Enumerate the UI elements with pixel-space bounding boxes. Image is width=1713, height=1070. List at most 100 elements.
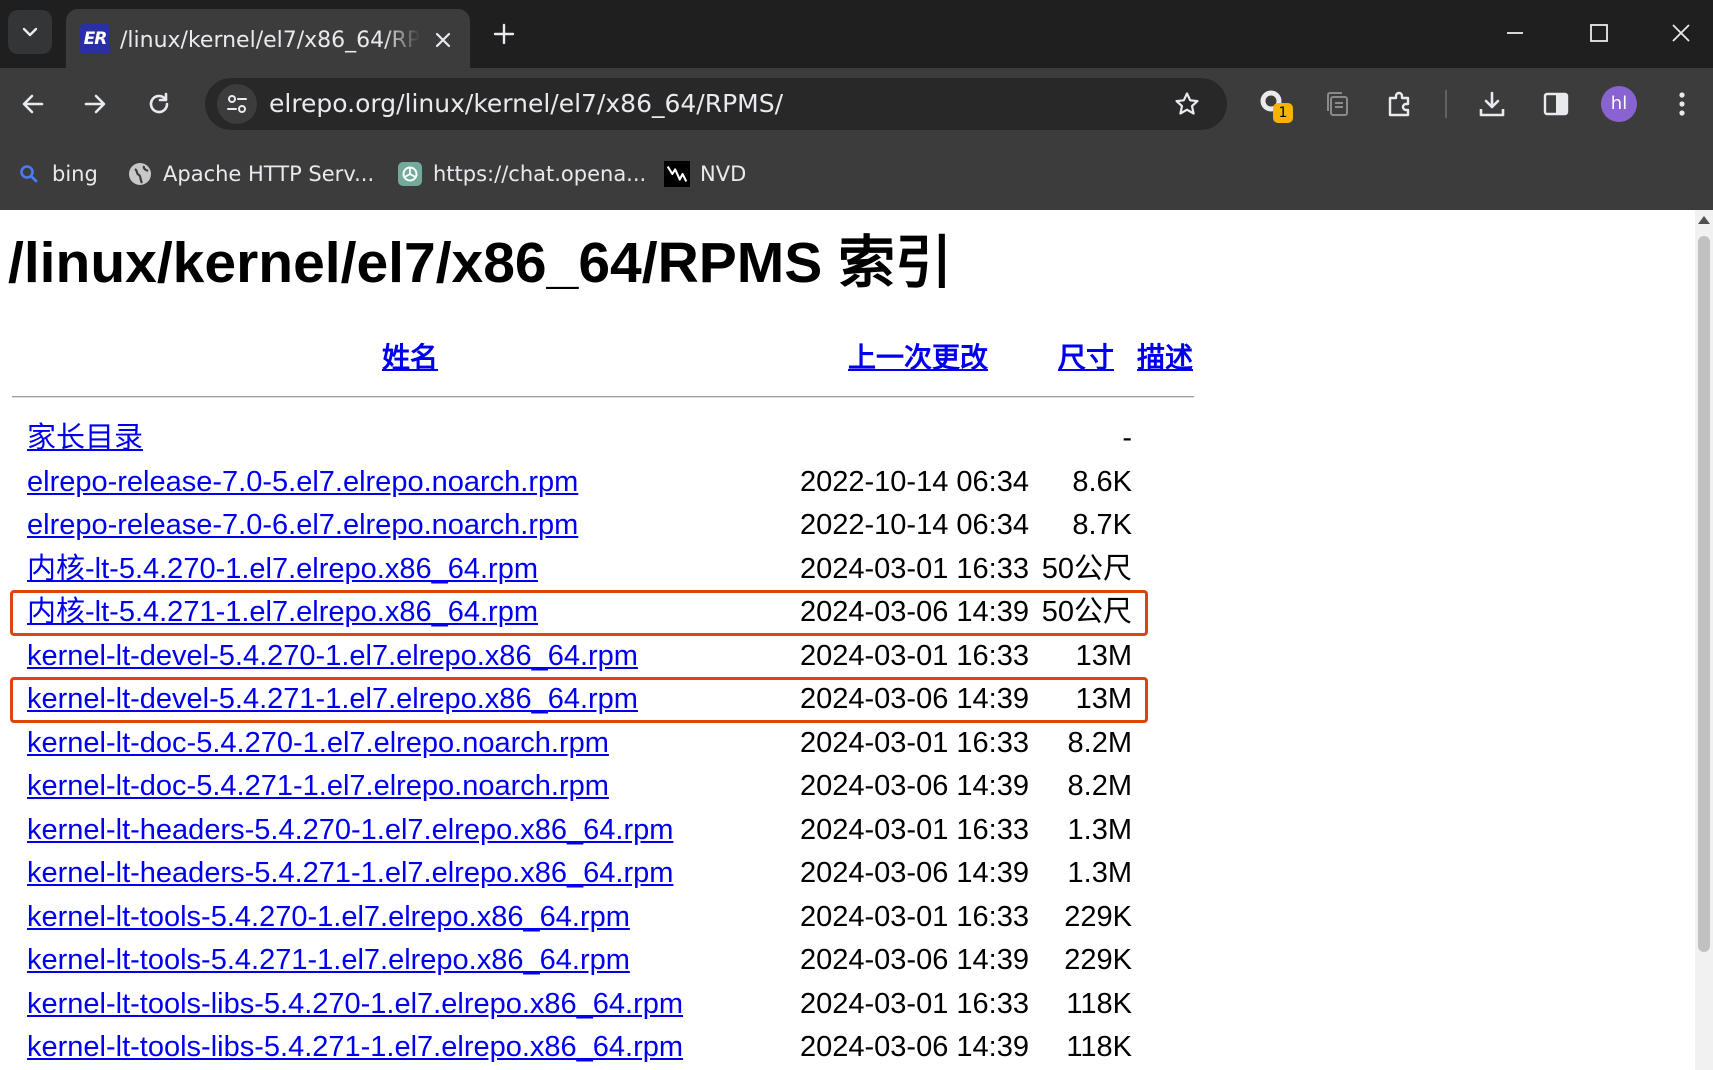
table-row: 内核-lt-5.4.270-1.el7.elrepo.x86_64.rpm 202… <box>0 548 1200 591</box>
table-row: kernel-lt-devel-5.4.271-1.el7.elrepo.x86… <box>0 678 1200 721</box>
table-row: kernel-lt-tools-5.4.271-1.el7.elrepo.x86… <box>0 939 1200 982</box>
nvd-icon <box>664 161 690 187</box>
tune-icon <box>225 92 249 116</box>
last-modified-cell: 2024-03-01 16:33 <box>800 813 1029 846</box>
table-row: 家长目录 - <box>0 417 1200 460</box>
more-vertical-icon <box>1677 90 1687 118</box>
table-row: elrepo-release-7.0-6.el7.elrepo.noarch.r… <box>0 504 1200 547</box>
tab-close-button[interactable] <box>428 25 458 55</box>
page-content: /linux/kernel/el7/x86_64/RPMS 索引 姓名 上一次更… <box>0 210 1695 1070</box>
size-cell: 8.6K <box>1072 465 1132 498</box>
bookmark-apache[interactable]: Apache HTTP Serv... <box>127 156 374 192</box>
plus-icon <box>493 23 515 45</box>
bookmark-label: NVD <box>700 162 747 186</box>
file-link[interactable]: elrepo-release-7.0-5.el7.elrepo.noarch.r… <box>27 461 578 504</box>
scroll-thumb[interactable] <box>1698 236 1710 952</box>
parent-directory-link[interactable]: 家长目录 <box>27 417 143 460</box>
new-tab-button[interactable] <box>484 14 524 54</box>
file-link[interactable]: kernel-lt-tools-5.4.270-1.el7.elrepo.x86… <box>27 896 630 939</box>
size-cell: 50公尺 <box>1041 596 1132 628</box>
file-link[interactable]: kernel-lt-headers-5.4.270-1.el7.elrepo.x… <box>27 809 673 852</box>
maximize-button[interactable] <box>1572 9 1626 57</box>
close-icon <box>1671 23 1691 43</box>
file-link[interactable]: kernel-lt-doc-5.4.271-1.el7.elrepo.noarc… <box>27 765 609 808</box>
maximize-icon <box>1589 23 1609 43</box>
downloads-button[interactable] <box>1470 82 1514 126</box>
table-row: 内核-lt-5.4.271-1.el7.elrepo.x86_64.rpm 202… <box>0 591 1200 634</box>
extension-button[interactable]: 1 <box>1252 82 1296 126</box>
reading-mode-button[interactable] <box>1315 82 1359 126</box>
file-link[interactable]: kernel-lt-tools-libs-5.4.271-1.el7.elrep… <box>27 1026 683 1069</box>
size-cell: 8.2M <box>1067 726 1132 759</box>
file-link[interactable]: kernel-lt-doc-5.4.270-1.el7.elrepo.noarc… <box>27 722 609 765</box>
minimize-button[interactable] <box>1488 9 1542 57</box>
file-link[interactable]: kernel-lt-tools-5.4.271-1.el7.elrepo.x86… <box>27 939 630 982</box>
reload-icon <box>146 91 172 117</box>
last-modified-cell: 2024-03-06 14:39 <box>800 596 1029 628</box>
site-info-button[interactable] <box>217 84 257 124</box>
active-tab[interactable]: ER /linux/kernel/el7/x86_64/RPMS/ <box>66 9 470 68</box>
size-cell: 8.7K <box>1072 509 1132 541</box>
side-panel-button[interactable] <box>1534 82 1578 126</box>
address-bar[interactable]: elrepo.org/linux/kernel/el7/x86_64/RPMS/ <box>205 78 1227 130</box>
profile-button[interactable]: hl <box>1597 82 1641 126</box>
tab-search-button[interactable] <box>8 10 52 54</box>
last-modified-cell: 2024-03-06 14:39 <box>800 944 1029 976</box>
size-cell: 1.3M <box>1067 857 1132 889</box>
bookmark-nvd[interactable]: NVD <box>664 156 746 192</box>
close-window-button[interactable] <box>1654 9 1708 57</box>
last-modified-cell: 2024-03-01 16:33 <box>800 987 1029 1020</box>
table-row: kernel-lt-tools-libs-5.4.270-1.el7.elrep… <box>0 983 1200 1026</box>
extensions-menu-button[interactable] <box>1378 82 1422 126</box>
scroll-up-arrow-icon[interactable] <box>1698 216 1710 224</box>
column-header-size[interactable]: 尺寸 <box>1058 340 1114 376</box>
last-modified-cell: 2024-03-01 16:33 <box>800 639 1029 672</box>
size-cell: 118K <box>1066 1031 1132 1063</box>
table-row: kernel-lt-doc-5.4.270-1.el7.elrepo.noarc… <box>0 722 1200 765</box>
extension-ring-icon: 1 <box>1259 89 1293 123</box>
table-row: kernel-lt-headers-5.4.270-1.el7.elrepo.x… <box>0 809 1200 852</box>
table-row: kernel-lt-devel-5.4.270-1.el7.elrepo.x86… <box>0 635 1200 678</box>
avatar: hl <box>1601 86 1637 122</box>
last-modified-cell: 2024-03-01 16:33 <box>800 552 1029 585</box>
size-cell: 13M <box>1075 683 1132 715</box>
bookmark-star-button[interactable] <box>1167 84 1207 124</box>
file-link[interactable]: kernel-lt-headers-5.4.271-1.el7.elrepo.x… <box>27 852 673 895</box>
size-cell: 13M <box>1075 639 1132 672</box>
search-icon <box>16 161 42 187</box>
size-cell: - <box>1122 422 1132 454</box>
globe-icon <box>127 161 153 187</box>
bookmark-bing[interactable]: bing <box>16 156 98 192</box>
menu-button[interactable] <box>1660 82 1704 126</box>
last-modified-cell: 2024-03-06 14:39 <box>800 857 1029 889</box>
file-link[interactable]: elrepo-release-7.0-6.el7.elrepo.noarch.r… <box>27 504 578 547</box>
download-icon <box>1477 89 1507 119</box>
forward-button[interactable] <box>73 82 117 126</box>
file-link[interactable]: kernel-lt-tools-libs-5.4.270-1.el7.elrep… <box>27 983 683 1026</box>
reload-button[interactable] <box>137 82 181 126</box>
column-header-name[interactable]: 姓名 <box>382 340 438 376</box>
last-modified-cell: 2022-10-14 06:34 <box>800 509 1029 541</box>
back-button[interactable] <box>11 82 55 126</box>
size-cell: 229K <box>1064 944 1132 976</box>
bookmark-label: Apache HTTP Serv... <box>163 162 375 186</box>
file-link[interactable]: 内核-lt-5.4.270-1.el7.elrepo.x86_64.rpm <box>27 548 538 591</box>
file-link[interactable]: 内核-lt-5.4.271-1.el7.elrepo.x86_64.rpm <box>27 591 538 634</box>
last-modified-cell: 2024-03-06 14:39 <box>800 683 1029 715</box>
table-row: elrepo-release-7.0-5.el7.elrepo.noarch.r… <box>0 461 1200 504</box>
arrow-left-icon <box>20 91 46 117</box>
table-row: kernel-lt-doc-5.4.271-1.el7.elrepo.noarc… <box>0 765 1200 808</box>
bookmark-chatgpt[interactable]: https://chat.opena... <box>397 156 646 192</box>
column-header-last-modified[interactable]: 上一次更改 <box>848 340 988 376</box>
page-title: /linux/kernel/el7/x86_64/RPMS 索引 <box>8 231 953 295</box>
file-link[interactable]: kernel-lt-devel-5.4.270-1.el7.elrepo.x86… <box>27 635 638 678</box>
url-text[interactable]: elrepo.org/linux/kernel/el7/x86_64/RPMS/ <box>269 89 783 119</box>
column-header-description[interactable]: 描述 <box>1137 340 1193 376</box>
copy-icon <box>1323 90 1351 118</box>
vertical-scrollbar[interactable] <box>1695 210 1713 1070</box>
file-link[interactable]: kernel-lt-devel-5.4.271-1.el7.elrepo.x86… <box>27 678 638 721</box>
browser-toolbar: elrepo.org/linux/kernel/el7/x86_64/RPMS/… <box>0 68 1713 140</box>
table-row: kernel-lt-headers-5.4.271-1.el7.elrepo.x… <box>0 852 1200 895</box>
last-modified-cell: 2024-03-01 16:33 <box>800 900 1029 933</box>
elrepo-favicon-icon: ER <box>80 24 110 54</box>
